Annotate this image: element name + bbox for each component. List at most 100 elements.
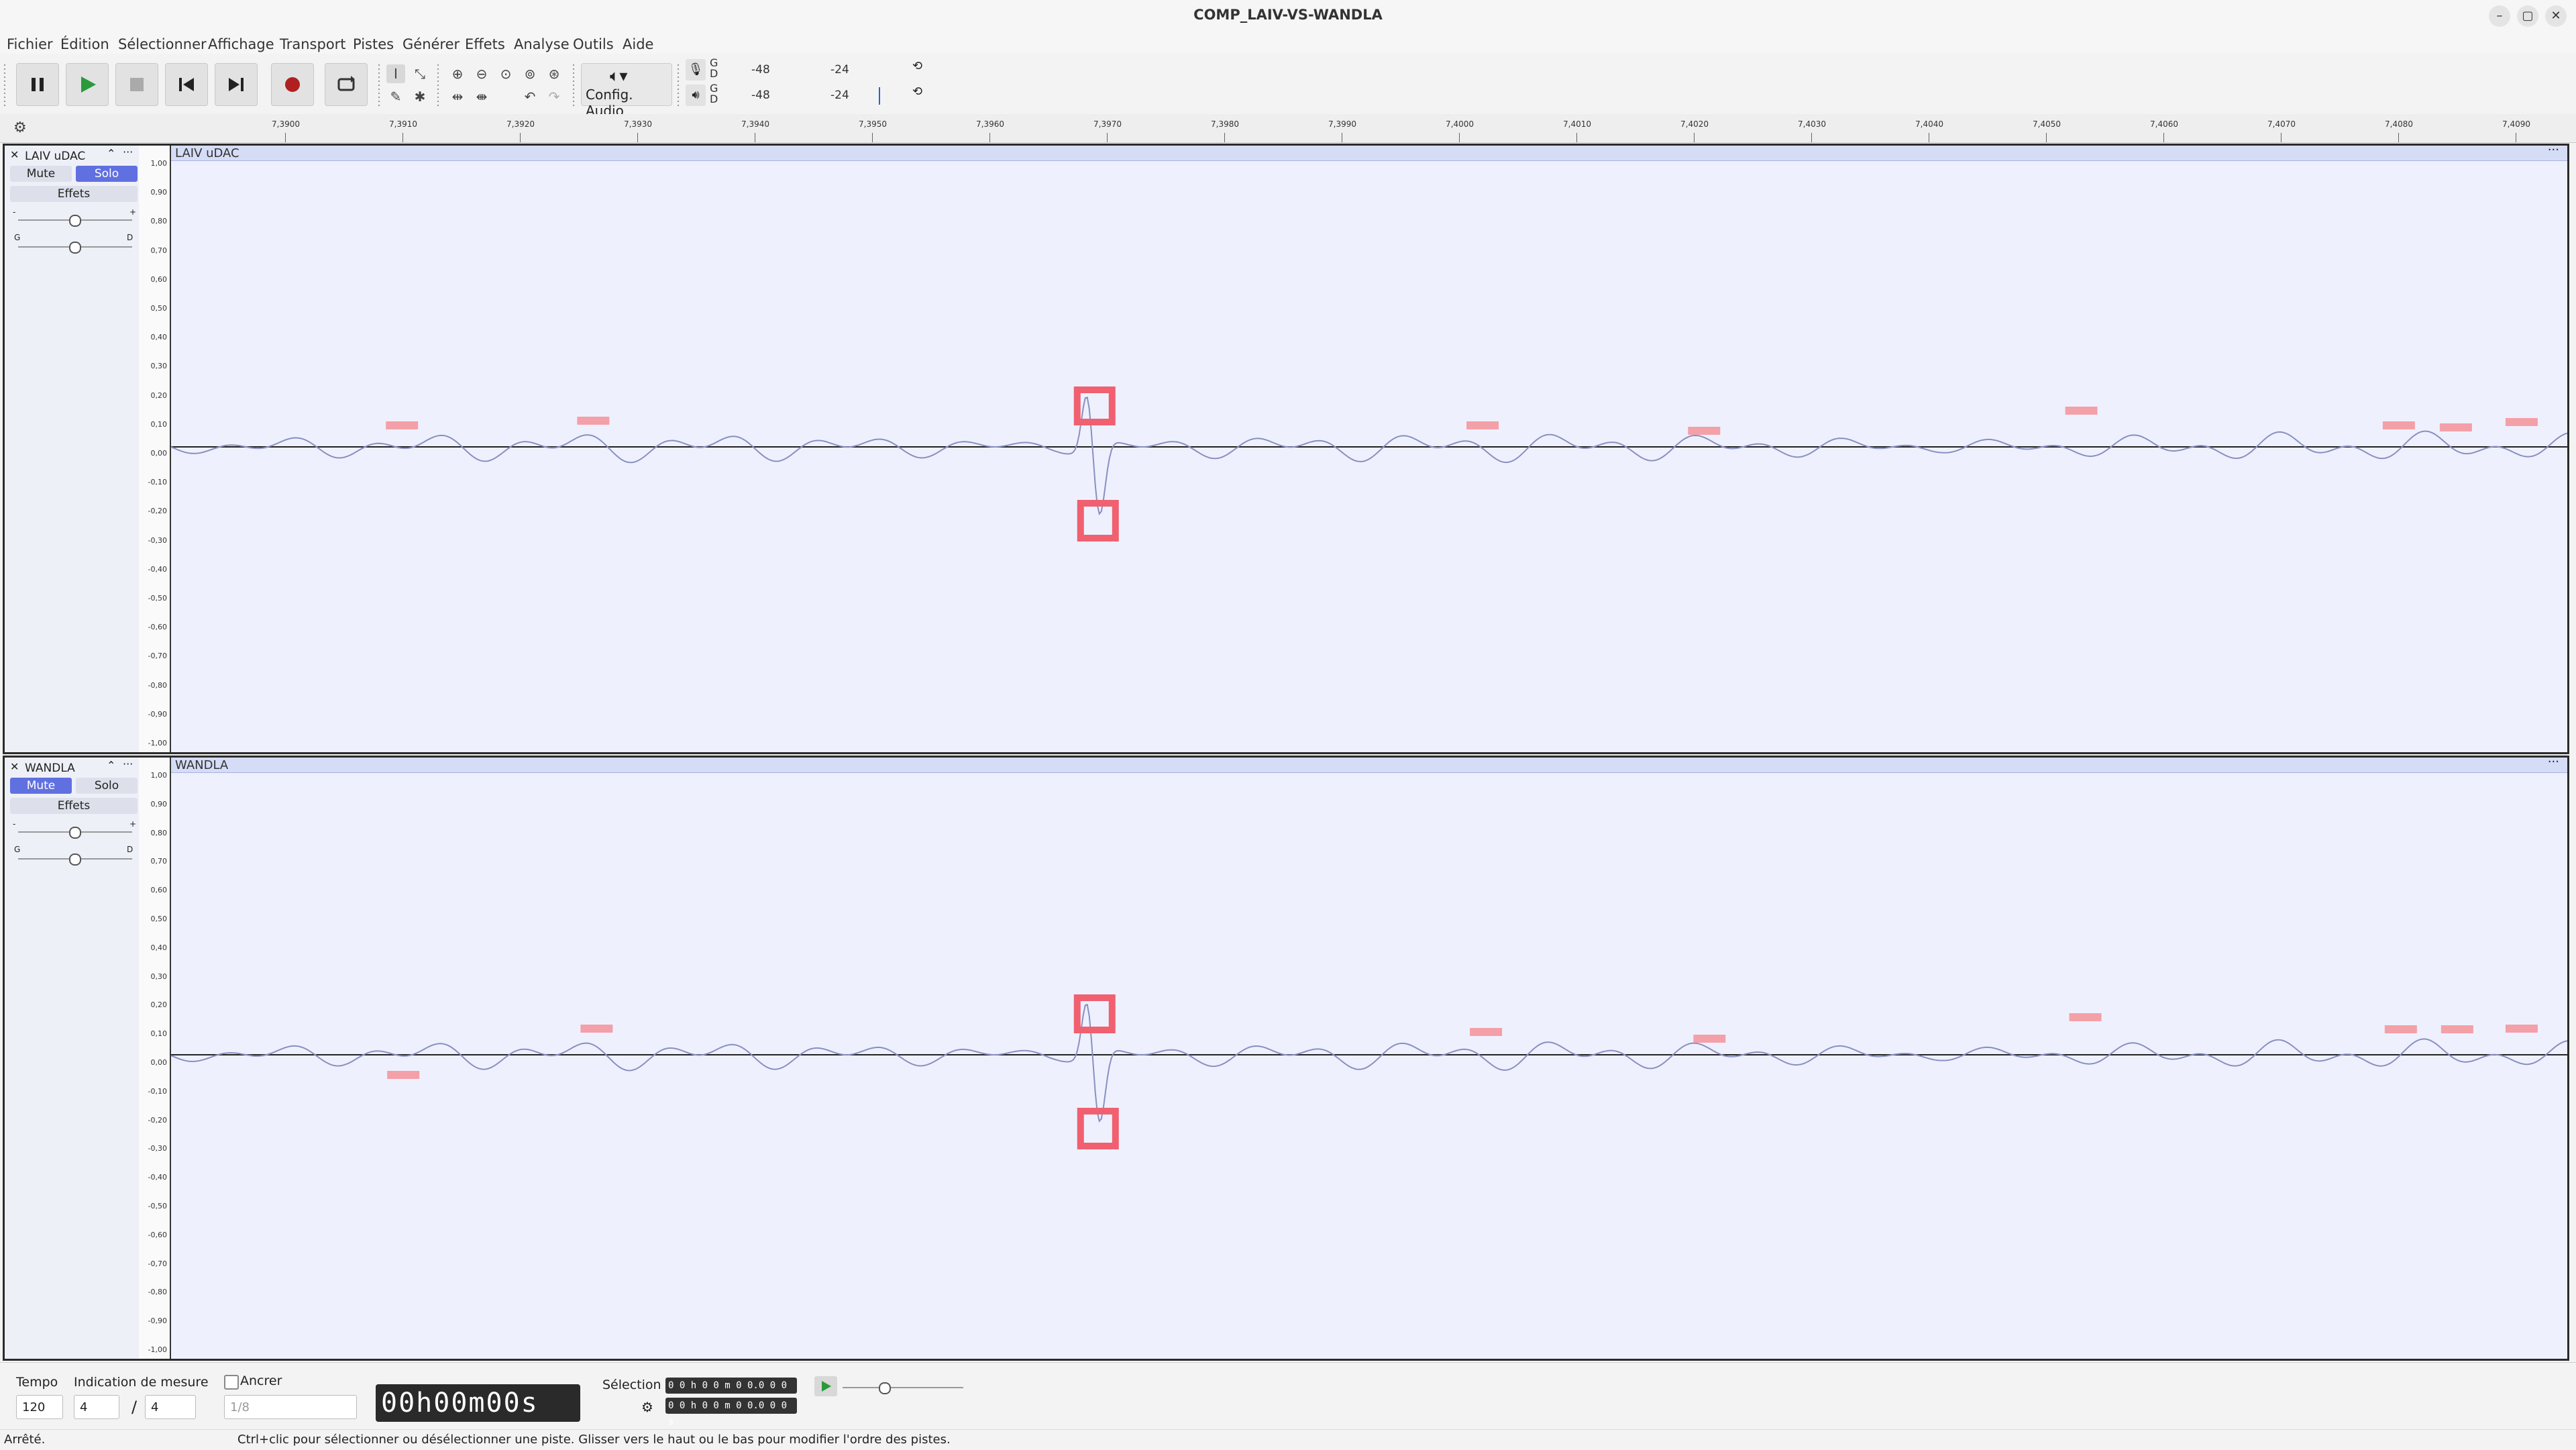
timeline-settings-icon[interactable]: ⚙ [13,119,27,136]
multi-tool-icon[interactable]: ✱ [411,87,429,106]
silence-audio-icon[interactable]: ⇼ [472,87,491,106]
anchor-checkbox[interactable] [224,1375,239,1390]
pan-slider-thumb[interactable] [69,242,81,254]
skip-start-button[interactable] [165,63,208,106]
menu-analyse[interactable]: Analyse [514,36,570,52]
gain-max-label: + [129,819,137,829]
collapse-track-icon[interactable]: ⌃ [107,147,115,160]
close-button[interactable]: ✕ [2545,5,2567,27]
track-menu-icon[interactable]: ··· [123,146,133,158]
selection-tool-icon[interactable]: I [386,64,405,83]
zoom-out-icon[interactable]: ⊖ [472,64,491,83]
track-control-panel[interactable]: ✕ WANDLA ⌃ ··· Mute Solo Effets - + G D [5,758,140,1359]
track-control-panel[interactable]: ✕ LAIV uDAC ⌃ ··· Mute Solo Effets - + G… [5,146,140,752]
clip-title-bar[interactable]: WANDLA ··· [171,755,2567,773]
track-wandla[interactable]: ✕ WANDLA ⌃ ··· Mute Solo Effets - + G D … [3,755,2569,1361]
envelope-tool-icon[interactable]: ⤡ [411,64,429,83]
stop-button[interactable] [115,63,158,106]
track-name[interactable]: WANDLA [25,762,75,775]
waveform-area[interactable]: LAIV uDAC ··· [171,143,2567,752]
menu-edition[interactable]: Édition [60,36,109,52]
playback-speed-slider[interactable] [843,1387,963,1388]
selection-start-time[interactable]: 0 0 h 0 0 m 0 0.0 0 0 s [665,1378,797,1407]
amplitude-tick-label: -0,30 [148,535,167,545]
amplitude-tick-label: -1,00 [148,1345,167,1354]
toolbar-grip[interactable] [3,63,7,106]
snap-select[interactable]: 1/8 [224,1395,357,1419]
menu-bar: Fichier Édition Sélectionner Affichage T… [0,34,2576,54]
mute-button[interactable]: Mute [10,778,72,794]
amplitude-tick-label: -0,70 [148,1259,167,1268]
clipping-marker [387,1071,420,1079]
tempo-input[interactable]: 120 [16,1395,63,1419]
menu-selectionner[interactable]: Sélectionner [118,36,207,52]
record-meter-options-icon[interactable]: ⟲ [912,59,922,73]
signature-numerator[interactable]: 4 [74,1395,119,1419]
toolbar-grip-edit[interactable] [436,63,440,106]
close-track-icon[interactable]: ✕ [10,760,19,773]
undo-icon[interactable]: ↶ [521,87,539,106]
redo-icon[interactable]: ↷ [545,87,564,106]
solo-button[interactable]: Solo [76,166,138,182]
menu-outils[interactable]: Outils [573,36,614,52]
amplitude-tick-label: 0,00 [150,1058,168,1067]
play-button[interactable] [66,63,109,106]
pan-left-label: G [14,845,21,854]
maximize-button[interactable]: ▢ [2517,5,2538,27]
play-meter[interactable]: -48 -24 [724,85,926,106]
pause-button[interactable] [16,63,59,106]
clip-menu-icon[interactable]: ··· [2548,755,2559,769]
track-laiv-udac[interactable]: ✕ LAIV uDAC ⌃ ··· Mute Solo Effets - + G… [3,143,2569,754]
record-meter[interactable]: -48 -24 [724,59,926,81]
ruler-tick-mark [872,133,873,142]
toolbar-grip-audio[interactable] [572,63,576,106]
menu-effets[interactable]: Effets [465,36,505,52]
amplitude-tick-label: -0,30 [148,1144,167,1153]
minimize-button[interactable]: – [2489,5,2510,27]
collapse-track-icon[interactable]: ⌃ [107,759,115,772]
selection-settings-icon[interactable]: ⚙ [641,1399,653,1415]
clip-title-bar[interactable]: LAIV uDAC ··· [171,143,2567,161]
toolbar-grip-meter[interactable] [676,63,680,106]
audio-setup-button[interactable]: 🔈︎▾ Config. Audio [581,63,672,119]
track-menu-icon[interactable]: ··· [123,758,133,770]
menu-pistes[interactable]: Pistes [353,36,394,52]
trim-audio-icon[interactable]: ⇹ [448,87,467,106]
menu-aide[interactable]: Aide [623,36,653,52]
skip-end-button[interactable] [215,63,258,106]
loop-button[interactable] [325,63,368,106]
microphone-icon[interactable]: 🎙︎ [686,59,706,81]
record-button[interactable] [271,63,314,106]
fit-project-icon[interactable]: ⊚ [521,64,539,83]
effects-button[interactable]: Effets [10,798,138,814]
solo-button[interactable]: Solo [76,778,138,794]
timeline-ruler[interactable]: ⚙ 7,3900 7,3910 7,3920 7,3930 7,3940 7,3950 7,… [0,114,2576,143]
effects-button[interactable]: Effets [10,186,138,202]
menu-generer[interactable]: Générer [402,36,460,52]
time-display[interactable]: 00h00m00s [376,1384,580,1422]
close-track-icon[interactable]: ✕ [10,148,19,161]
playback-speed-thumb[interactable] [879,1382,891,1394]
play-at-speed-button[interactable] [814,1376,837,1396]
clipping-marker [386,421,419,429]
track-name[interactable]: LAIV uDAC [25,150,85,163]
gain-slider-thumb[interactable] [69,827,81,839]
waveform-area[interactable]: WANDLA ··· [171,755,2567,1359]
speaker-meter-icon[interactable]: 🔊︎ [686,85,706,106]
menu-affichage[interactable]: Affichage [208,36,274,52]
menu-fichier[interactable]: Fichier [7,36,53,52]
clip-menu-icon[interactable]: ··· [2548,143,2559,157]
selection-end-time[interactable]: 0 0 h 0 0 m 0 0.0 0 0 s [665,1398,797,1427]
mute-button[interactable]: Mute [10,166,72,182]
menu-transport[interactable]: Transport [280,36,346,52]
draw-tool-icon[interactable]: ✎ [386,87,405,106]
toolbar-grip-tools[interactable] [377,63,381,106]
signature-denominator[interactable]: 4 [145,1395,196,1419]
zoom-in-icon[interactable]: ⊕ [448,64,467,83]
play-meter-options-icon[interactable]: ⟲ [912,85,922,99]
pan-slider-thumb[interactable] [69,853,81,866]
gain-slider-thumb[interactable] [69,215,81,227]
fit-selection-icon[interactable]: ⊙ [496,64,515,83]
gain-max-label: + [129,207,137,217]
zoom-toggle-icon[interactable]: ⊛ [545,64,564,83]
